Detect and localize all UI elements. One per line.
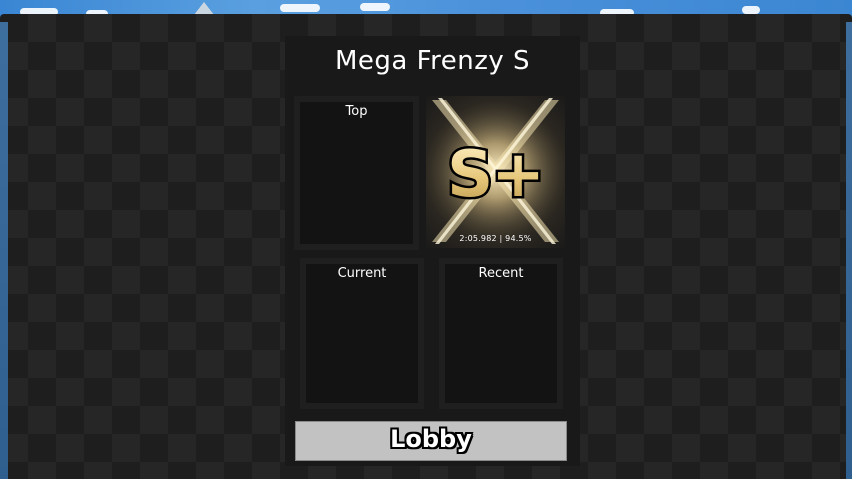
grade-card: S+ 2:05.982 | 94.5%: [426, 96, 565, 248]
sky-edge-left: [0, 22, 8, 479]
current-label: Current: [337, 266, 387, 281]
song-title: Mega Frenzy S: [334, 46, 531, 76]
recent-label: Recent: [478, 266, 524, 281]
sky-edge-right: [846, 22, 852, 479]
current-score-panel: Current: [300, 258, 424, 409]
top-label: Top: [345, 104, 368, 119]
cloud: [742, 6, 760, 14]
lobby-label: Lobby: [390, 425, 472, 453]
recent-scores-panel: Recent: [439, 258, 563, 409]
cloud: [280, 4, 320, 12]
results-panel: Mega Frenzy S Top S+ 2:05.982 | 94.5% Cu…: [285, 36, 580, 466]
lobby-button[interactable]: Lobby: [295, 421, 567, 461]
cloud: [360, 3, 390, 11]
grade-burst-icon: S+: [428, 98, 564, 244]
top-scores-panel: Top: [294, 96, 419, 250]
grade-text: S+: [447, 138, 543, 212]
score-stats: 2:05.982 | 94.5%: [459, 234, 532, 243]
